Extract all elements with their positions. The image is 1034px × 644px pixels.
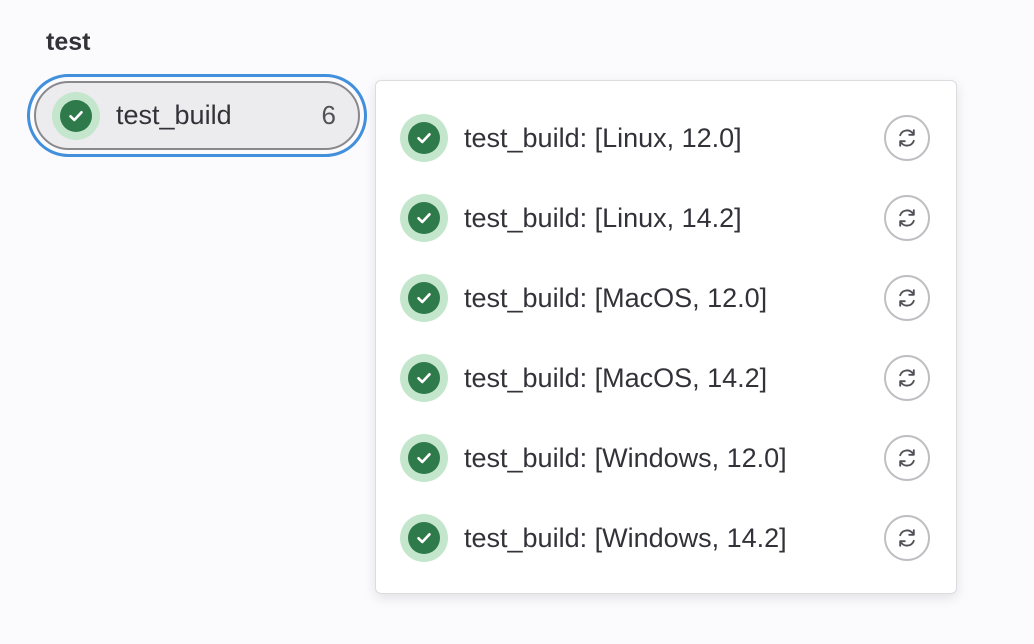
dropdown-job-item[interactable]: test_build: [MacOS, 12.0] <box>376 258 956 338</box>
retry-button[interactable] <box>884 275 930 321</box>
retry-icon <box>899 289 915 307</box>
retry-icon <box>899 129 915 147</box>
retry-icon <box>899 369 915 387</box>
retry-button[interactable] <box>884 355 930 401</box>
dropdown-job-item[interactable]: test_build: [Windows, 14.2] <box>376 498 956 578</box>
job-name: test_build <box>116 100 232 130</box>
retry-button[interactable] <box>884 515 930 561</box>
check-circle-icon <box>400 274 448 322</box>
retry-icon <box>899 449 915 467</box>
job-item-label: test_build: [Windows, 12.0] <box>464 442 787 473</box>
check-circle-icon <box>400 434 448 482</box>
job-group-button[interactable]: test_build 6 <box>27 74 367 157</box>
job-group-pill: test_build 6 <box>34 81 360 150</box>
retry-button[interactable] <box>884 115 930 161</box>
job-item-label: test_build: [Linux, 14.2] <box>464 202 742 233</box>
job-item-label: test_build: [MacOS, 14.2] <box>464 362 768 393</box>
check-circle-icon <box>52 91 100 140</box>
dropdown-job-item[interactable]: test_build: [MacOS, 14.2] <box>376 338 956 418</box>
dropdown-job-item[interactable]: test_build: [Windows, 12.0] <box>376 418 956 498</box>
job-item-label: test_build: [MacOS, 12.0] <box>464 282 768 313</box>
check-circle-icon <box>400 514 448 562</box>
retry-icon <box>899 209 915 227</box>
job-count: 6 <box>321 100 336 130</box>
pipeline-stage: test test_build 6 test_build: [Linux, 12… <box>0 0 1034 644</box>
job-item-label: test_build: [Windows, 14.2] <box>464 522 787 553</box>
job-dropdown-menu: test_build: [Linux, 12.0] test_build: [L… <box>375 80 957 594</box>
retry-button[interactable] <box>884 195 930 241</box>
dropdown-job-item[interactable]: test_build: [Linux, 12.0] <box>376 98 956 178</box>
job-item-label: test_build: [Linux, 12.0] <box>464 122 742 153</box>
check-circle-icon <box>400 114 448 162</box>
check-circle-icon <box>400 194 448 242</box>
dropdown-job-item[interactable]: test_build: [Linux, 14.2] <box>376 178 956 258</box>
retry-button[interactable] <box>884 435 930 481</box>
check-circle-icon <box>400 354 448 402</box>
retry-icon <box>899 529 915 547</box>
stage-title: test <box>46 28 91 56</box>
